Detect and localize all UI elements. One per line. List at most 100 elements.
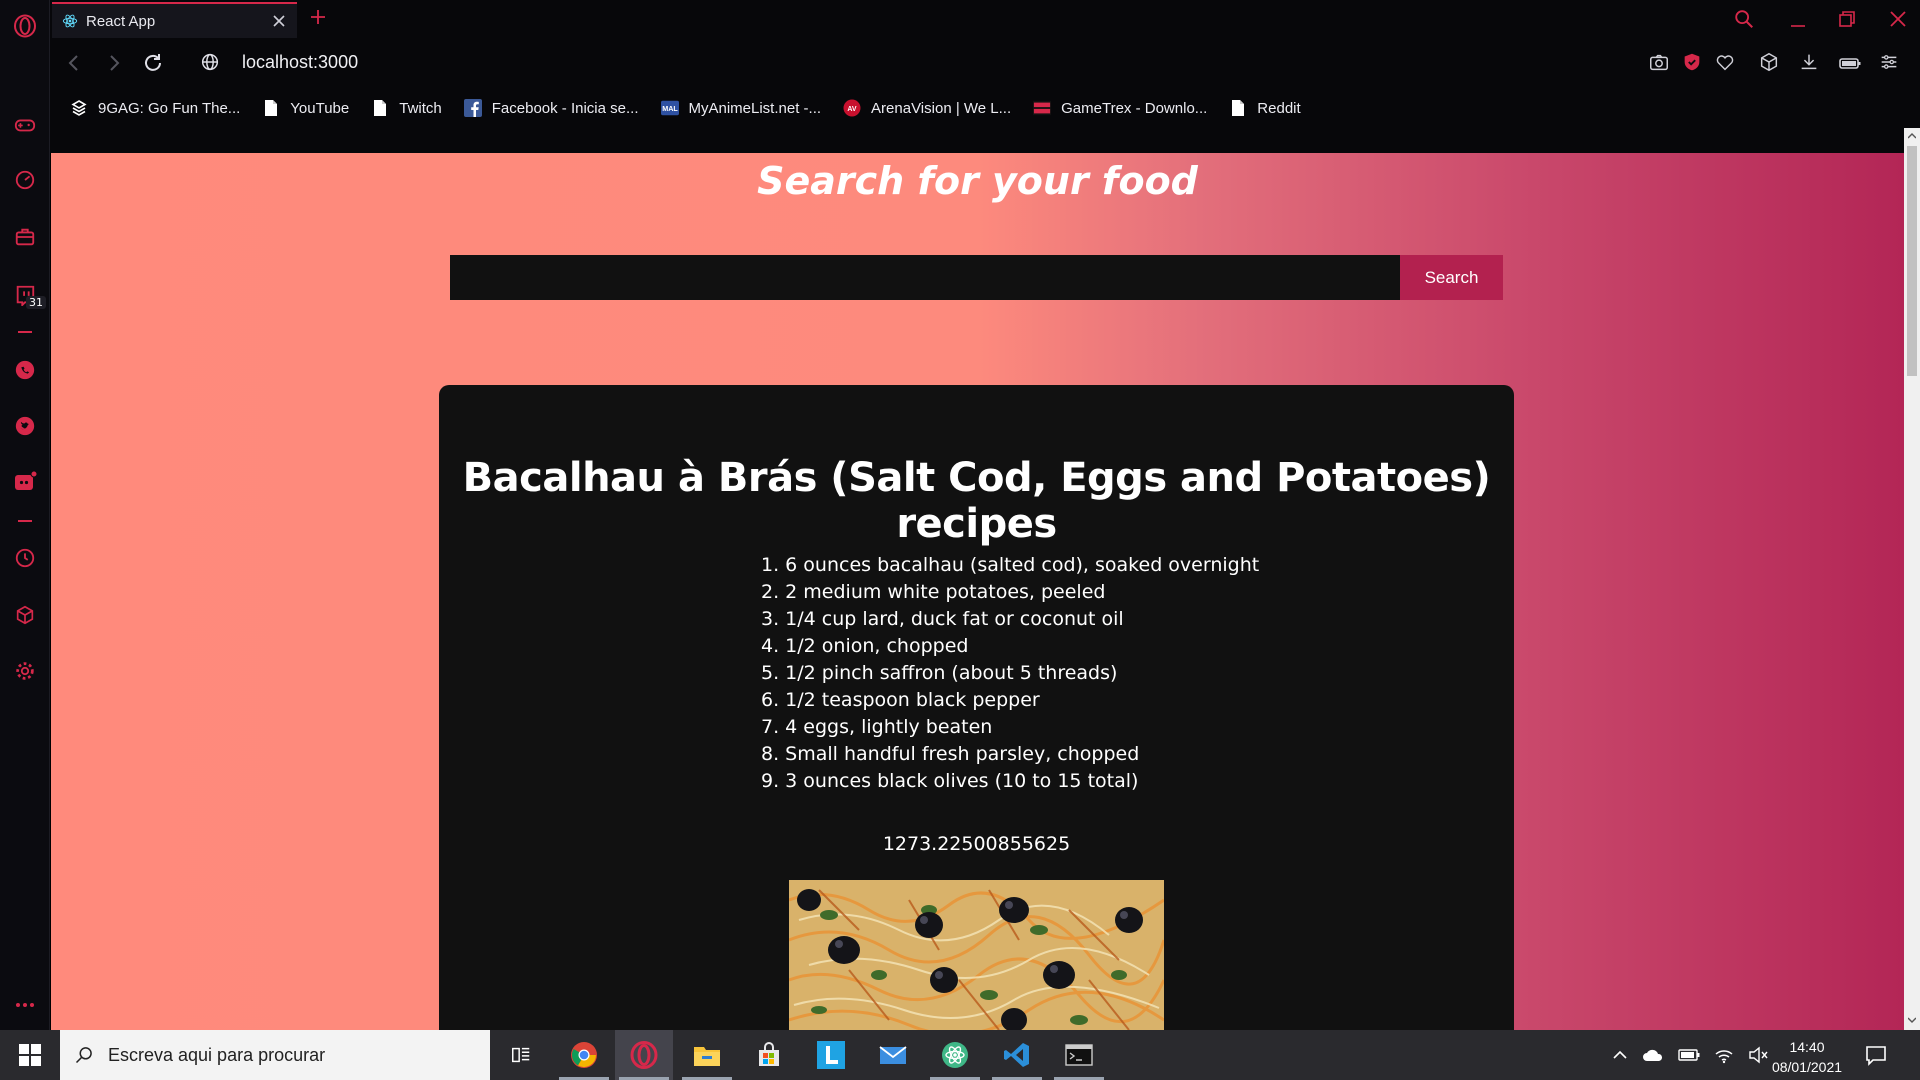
gamepad-icon[interactable] xyxy=(12,112,38,138)
l-app-icon[interactable] xyxy=(802,1030,860,1080)
ingredient-list: 1. 6 ounces bacalhau (salted cod), soake… xyxy=(761,552,1259,795)
address-bar: localhost:3000 xyxy=(50,38,1920,88)
mal-icon: MAL xyxy=(660,99,679,117)
page-heading: Search for your food xyxy=(757,159,1198,203)
scroll-down-arrow-icon[interactable] xyxy=(1908,1016,1916,1024)
onedrive-cloud-icon[interactable] xyxy=(1642,1047,1664,1063)
tab-strip: React App xyxy=(50,0,1920,38)
download-icon[interactable] xyxy=(1798,51,1822,75)
calories-value: 1273.22500855625 xyxy=(882,833,1071,855)
back-arrow-icon[interactable] xyxy=(62,51,86,75)
easy-setup-menu-icon[interactable] xyxy=(1878,51,1902,75)
ad-blocker-shield-icon[interactable] xyxy=(1681,51,1705,75)
new-tab-plus-icon[interactable] xyxy=(308,7,328,27)
battery-saver-icon[interactable] xyxy=(1838,51,1862,75)
ingredient-item: 5. 1/2 pinch saffron (about 5 threads) xyxy=(761,662,1118,684)
recipe-title: Bacalhau à Brás (Salt Cod, Eggs and Pota… xyxy=(462,455,1491,547)
clock-date: 08/01/2021 xyxy=(1771,1059,1843,1075)
clock-time: 14:40 xyxy=(1789,1039,1825,1055)
react-logo-icon xyxy=(62,13,78,29)
ingredient-item: 9. 3 ounces black olives (10 to 15 total… xyxy=(761,770,1139,792)
whatsapp-icon[interactable] xyxy=(12,357,38,383)
camera-snapshot-icon[interactable] xyxy=(1648,51,1672,75)
file-explorer-icon[interactable] xyxy=(678,1030,736,1080)
recipe-image xyxy=(789,880,1164,1030)
chevron-up-icon[interactable] xyxy=(1612,1047,1628,1063)
notification-center-icon[interactable] xyxy=(1864,1043,1888,1067)
bookmarks-bar: 9GAG: Go Fun The... YouTube Twitch Faceb… xyxy=(50,88,1920,128)
mail-icon[interactable] xyxy=(864,1030,922,1080)
page-icon xyxy=(262,99,280,117)
page-icon xyxy=(1229,99,1247,117)
system-tray xyxy=(1612,1030,1768,1080)
restore-window-icon[interactable] xyxy=(1836,8,1858,30)
gametrex-icon xyxy=(1033,99,1052,117)
bookmark-twitch[interactable]: Twitch xyxy=(371,99,442,117)
browser-sidebar: 31 xyxy=(0,0,50,1030)
taskbar-search-box[interactable]: Escreva aqui para procurar xyxy=(60,1030,490,1080)
bookmark-9gag[interactable]: 9GAG: Go Fun The... xyxy=(70,99,240,117)
microsoft-store-icon[interactable] xyxy=(740,1030,798,1080)
ingredient-item: 8. Small handful fresh parsley, chopped xyxy=(761,743,1140,765)
svg-text:MAL: MAL xyxy=(662,104,678,113)
wifi-icon[interactable] xyxy=(1714,1046,1734,1064)
cube-extensions-icon[interactable] xyxy=(12,602,38,628)
extensions-cube-icon[interactable] xyxy=(1758,51,1782,75)
minimize-icon[interactable] xyxy=(1787,8,1809,30)
bookmark-reddit[interactable]: Reddit xyxy=(1229,99,1301,117)
atom-editor-icon[interactable] xyxy=(926,1030,984,1080)
ingredient-item: 3. 1/4 cup lard, duck fat or coconut oil xyxy=(761,608,1124,630)
tab-react-app[interactable]: React App xyxy=(52,2,297,38)
sidebar-divider xyxy=(18,520,32,522)
bookmark-myanimelist[interactable]: MAL MyAnimeList.net -... xyxy=(660,99,821,117)
vscode-icon[interactable] xyxy=(988,1030,1046,1080)
heart-bookmark-icon[interactable] xyxy=(1714,51,1738,75)
close-tab-icon[interactable] xyxy=(269,11,289,31)
scroll-up-arrow-icon[interactable] xyxy=(1908,132,1916,140)
terminal-icon[interactable] xyxy=(1050,1030,1108,1080)
opera-taskbar-icon[interactable] xyxy=(615,1030,673,1080)
speedometer-icon[interactable] xyxy=(12,167,38,193)
bookmark-facebook[interactable]: Facebook - Inicia se... xyxy=(463,99,639,117)
search-button[interactable]: Search xyxy=(1400,255,1503,300)
search-icon xyxy=(74,1045,94,1065)
taskbar-search-placeholder: Escreva aqui para procurar xyxy=(108,1044,326,1065)
page-scrollbar[interactable] xyxy=(1904,128,1920,1030)
bookmark-youtube[interactable]: YouTube xyxy=(262,99,349,117)
9gag-icon xyxy=(70,99,88,117)
history-clock-icon[interactable] xyxy=(12,545,38,571)
twitter-icon[interactable] xyxy=(12,413,38,439)
tab-title: React App xyxy=(86,12,156,30)
ingredient-item: 2. 2 medium white potatoes, peeled xyxy=(761,581,1106,603)
arenavision-icon: AV xyxy=(843,99,861,117)
discord-icon[interactable] xyxy=(12,469,38,495)
windows-start-icon[interactable] xyxy=(0,1030,60,1080)
chrome-icon[interactable] xyxy=(555,1030,613,1080)
web-page: Search for your food Search Bacalhau à B… xyxy=(51,153,1904,1030)
bookmark-gametrex[interactable]: GameTrex - Downlo... xyxy=(1033,99,1207,117)
sidebar-divider xyxy=(18,331,32,333)
ingredient-item: 6. 1/2 teaspoon black pepper xyxy=(761,689,1040,711)
battery-icon[interactable] xyxy=(1678,1048,1700,1062)
windows-taskbar: Escreva aqui para procurar 14:40 08/01/2… xyxy=(0,1030,1920,1080)
more-options-icon[interactable] xyxy=(12,992,38,1018)
settings-gear-icon[interactable] xyxy=(12,658,38,684)
scrollbar-thumb[interactable] xyxy=(1907,146,1917,376)
twitch-badge: 31 xyxy=(26,296,46,309)
briefcase-icon[interactable] xyxy=(12,224,38,250)
forward-arrow-icon[interactable] xyxy=(102,51,126,75)
close-window-icon[interactable] xyxy=(1887,8,1909,30)
bookmark-arenavision[interactable]: AV ArenaVision | We L... xyxy=(843,99,1011,117)
toolbar-spacer xyxy=(50,128,1920,153)
task-view-icon[interactable] xyxy=(492,1030,550,1080)
search-tabs-icon[interactable] xyxy=(1733,8,1755,30)
page-icon xyxy=(371,99,389,117)
reload-icon[interactable] xyxy=(141,51,165,75)
globe-site-info-icon[interactable] xyxy=(199,51,223,75)
ingredient-item: 7. 4 eggs, lightly beaten xyxy=(761,716,993,738)
url-field[interactable]: localhost:3000 xyxy=(242,52,358,73)
opera-logo-icon[interactable] xyxy=(12,13,38,39)
svg-text:AV: AV xyxy=(847,106,857,113)
system-clock[interactable]: 14:40 08/01/2021 xyxy=(1762,1037,1852,1077)
food-search-input[interactable] xyxy=(450,255,1400,300)
